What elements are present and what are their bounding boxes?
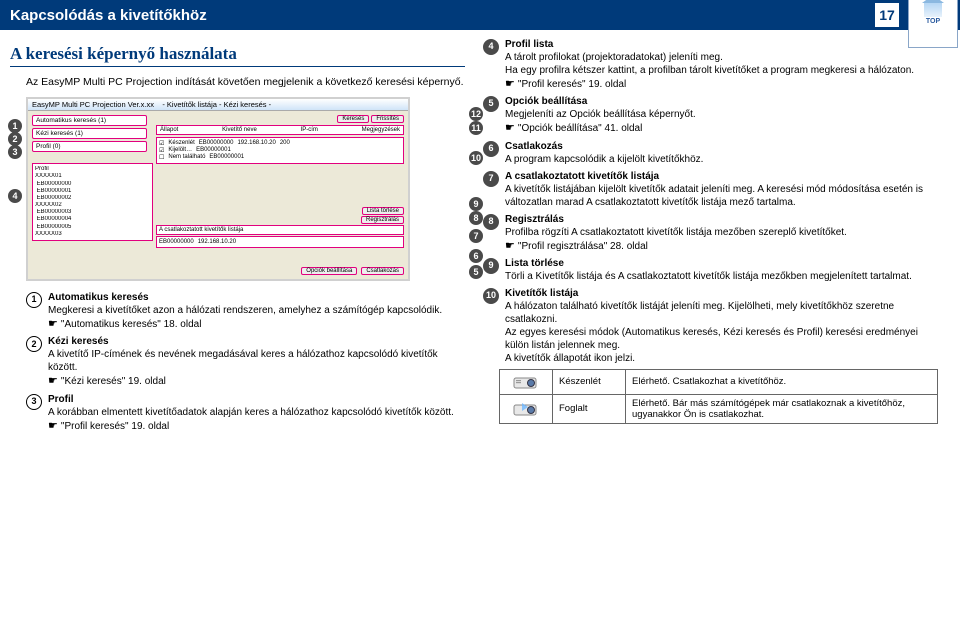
definition-body: Kézi keresésA kivetítő IP-címének és nev… — [48, 335, 465, 388]
register-button[interactable]: Regisztrálás — [361, 216, 404, 224]
definition-number: 5 — [483, 96, 499, 112]
callout-6: 6 — [469, 249, 483, 263]
projector-list[interactable]: ☑KészenlétEB00000000192.168.10.20200 ☑Ki… — [156, 137, 404, 164]
definition-number: 7 — [483, 171, 499, 187]
callout-9: 9 — [469, 197, 483, 211]
intro-text: Az EasyMP Multi PC Projection indítását … — [26, 75, 465, 89]
options-button[interactable]: Opciók beállítása — [301, 267, 357, 275]
definition-item: 1 Automatikus keresésMegkeresi a kivetítő… — [26, 291, 465, 331]
section-title: A keresési képernyő használata — [10, 44, 465, 67]
callout-2: 2 — [8, 132, 22, 146]
callout-10: 10 — [469, 151, 483, 165]
callout-4: 4 — [8, 189, 22, 203]
callout-7: 7 — [469, 229, 483, 243]
callout-11: 11 — [469, 121, 483, 135]
callout-3: 3 — [8, 145, 22, 159]
definition-number: 8 — [483, 214, 499, 230]
definition-body: A csatlakoztatott kivetítők listájaA kiv… — [505, 170, 938, 209]
app-window: EasyMP Multi PC Projection Ver.x.xx - Ki… — [26, 97, 410, 281]
window-titlebar: EasyMP Multi PC Projection Ver.x.xx - Ki… — [28, 99, 408, 111]
definition-body: Kivetítők listájaA hálózaton található k… — [505, 287, 938, 365]
tab-manual-search[interactable]: Kézi keresés (1) — [32, 128, 147, 139]
top-logo: TOP — [908, 0, 958, 48]
status-busy-label: Foglalt — [553, 394, 626, 423]
definition-number: 9 — [483, 258, 499, 274]
callout-12: 12 — [469, 107, 483, 121]
table-row: Készenlét Elérhető. Csatlakozhat a kivet… — [500, 369, 938, 394]
definition-body: Opciók beállításaMegjeleníti az Opciók b… — [505, 95, 938, 135]
refresh-button[interactable]: Frissítés — [371, 115, 404, 123]
page-number: 17 — [874, 2, 900, 28]
definition-item: 2 Kézi keresésA kivetítő IP-címének és ne… — [26, 335, 465, 388]
table-header: Állapot Kivetítő neve IP-cím Megjegyzése… — [156, 125, 404, 135]
definition-item: 9 Lista törléseTörli a Kivetítők listája … — [483, 257, 938, 283]
definition-number: 4 — [483, 39, 499, 55]
connected-list[interactable]: EB00000000192.168.10.20 — [156, 236, 404, 248]
definition-number: 3 — [26, 394, 42, 410]
callout-5: 5 — [469, 265, 483, 279]
definition-item: 5 Opciók beállításaMegjeleníti az Opciók … — [483, 95, 938, 135]
definition-body: Profil listaA tárolt profilokat (projekt… — [505, 38, 938, 91]
table-row: Foglalt Elérhető. Bár más számítógépek m… — [500, 394, 938, 423]
status-table: Készenlét Elérhető. Csatlakozhat a kivet… — [499, 369, 938, 424]
definition-number: 6 — [483, 141, 499, 157]
clear-list-button[interactable]: Lista törlése — [362, 207, 404, 215]
page-header: Kapcsolódás a kivetítőkhöz 17 TOP — [0, 0, 960, 30]
definition-item: 10 Kivetítők listájaA hálózaton található… — [483, 287, 938, 365]
status-standby-label: Készenlét — [553, 369, 626, 394]
definition-body: ProfilA korábban elmentett kivetítőadato… — [48, 393, 465, 433]
definition-item: 6 CsatlakozásA program kapcsolódik a kije… — [483, 140, 938, 166]
connect-button[interactable]: Csatlakozás — [361, 267, 404, 275]
definition-body: Automatikus keresésMegkeresi a kivetítők… — [48, 291, 465, 331]
callout-8: 8 — [469, 211, 483, 225]
definition-body: CsatlakozásA program kapcsolódik a kijel… — [505, 140, 938, 166]
definition-number: 1 — [26, 292, 42, 308]
search-button[interactable]: Keresés — [337, 115, 369, 123]
callout-1: 1 — [8, 119, 22, 133]
definition-body: RegisztrálásProfilba rögzíti A csatlakoz… — [505, 213, 938, 253]
definition-number: 10 — [483, 288, 499, 304]
status-busy-desc: Elérhető. Bár más számítógépek már csatl… — [626, 394, 938, 423]
definition-item: 8 RegisztrálásProfilba rögzíti A csatlako… — [483, 213, 938, 253]
projector-busy-icon — [513, 400, 539, 418]
tab-auto-search[interactable]: Automatikus keresés (1) — [32, 115, 147, 126]
definition-item: 4 Profil listaA tárolt profilokat (projek… — [483, 38, 938, 91]
definition-number: 2 — [26, 336, 42, 352]
page-title: Kapcsolódás a kivetítőkhöz — [10, 7, 207, 24]
screenshot-figure: 1 2 3 4 12 11 10 9 8 7 6 5 EasyMP Multi … — [26, 97, 465, 281]
definition-item: 3 ProfilA korábban elmentett kivetítőadat… — [26, 393, 465, 433]
profile-tree[interactable]: Profil XXXXX01 EB00000000 EB00000001 EB0… — [32, 163, 153, 241]
definition-item: 7 A csatlakoztatott kivetítők listájaA ki… — [483, 170, 938, 209]
tab-profile[interactable]: Profil (0) — [32, 141, 147, 152]
status-standby-desc: Elérhető. Csatlakozhat a kivetítőhöz. — [626, 369, 938, 394]
definition-body: Lista törléseTörli a Kivetítők listája é… — [505, 257, 938, 283]
projector-standby-icon — [513, 373, 539, 391]
connected-list-label: A csatlakoztatott kivetítők listája — [156, 225, 404, 235]
